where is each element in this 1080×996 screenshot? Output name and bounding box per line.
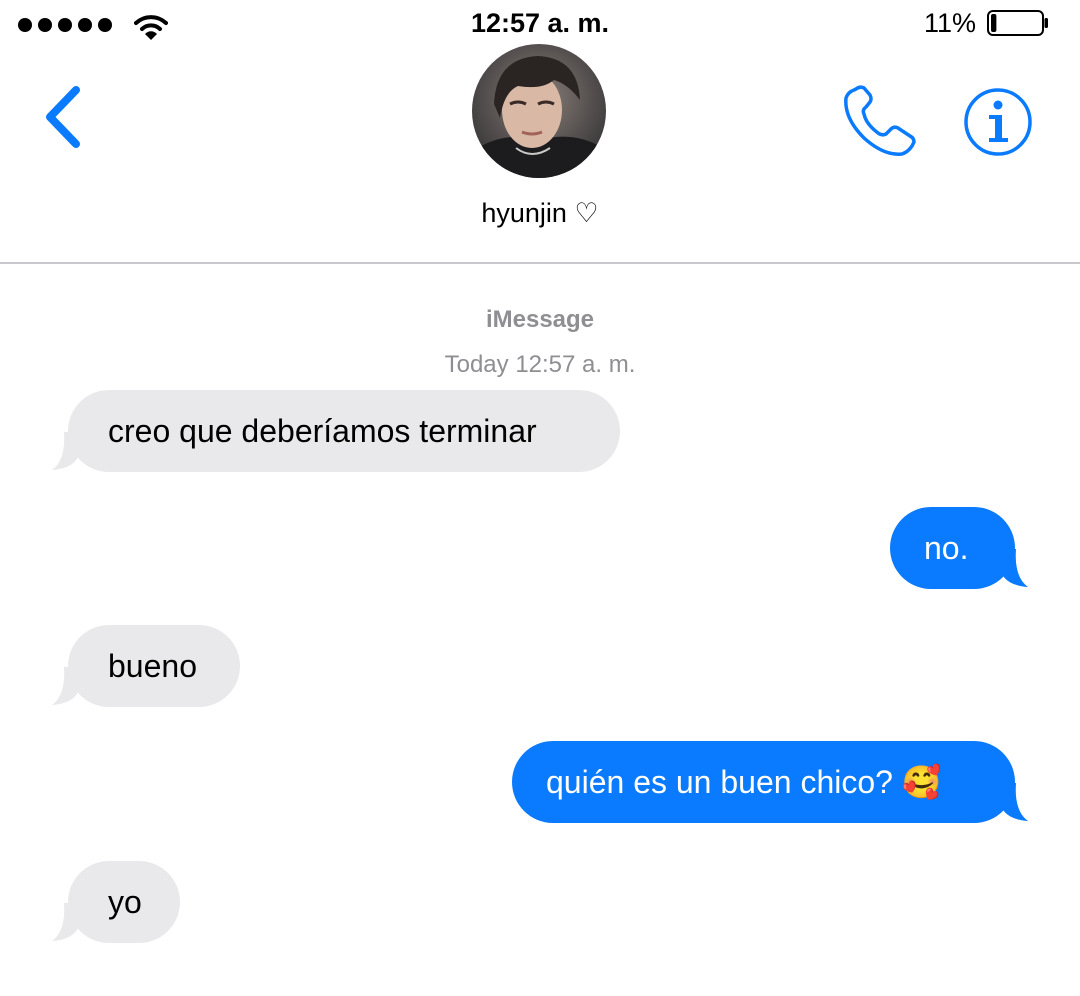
message-incoming[interactable]: yo: [68, 861, 180, 943]
status-bar: 12:57 a. m. 11%: [0, 0, 1080, 50]
service-label: iMessage: [485, 306, 595, 333]
message-outgoing[interactable]: quién es un buen chico? 🥰: [512, 741, 1015, 823]
thread-timestamp: Today 12:57 a. m.: [444, 351, 636, 378]
contact-name[interactable]: hyunjin ♡: [0, 198, 1080, 229]
message-outgoing[interactable]: no.: [890, 507, 1015, 589]
avatar[interactable]: [472, 44, 606, 178]
conversation-header: hyunjin ♡: [0, 44, 1080, 264]
battery-icon: [987, 10, 1048, 36]
message-incoming[interactable]: bueno: [68, 625, 240, 707]
message-incoming[interactable]: creo que deberíamos terminar: [68, 390, 620, 472]
battery-percent: 11%: [924, 8, 977, 38]
back-chevron-icon[interactable]: [38, 82, 88, 152]
phone-icon[interactable]: [840, 84, 920, 160]
info-icon[interactable]: [962, 86, 1034, 158]
status-time: 12:57 a. m.: [470, 8, 610, 38]
